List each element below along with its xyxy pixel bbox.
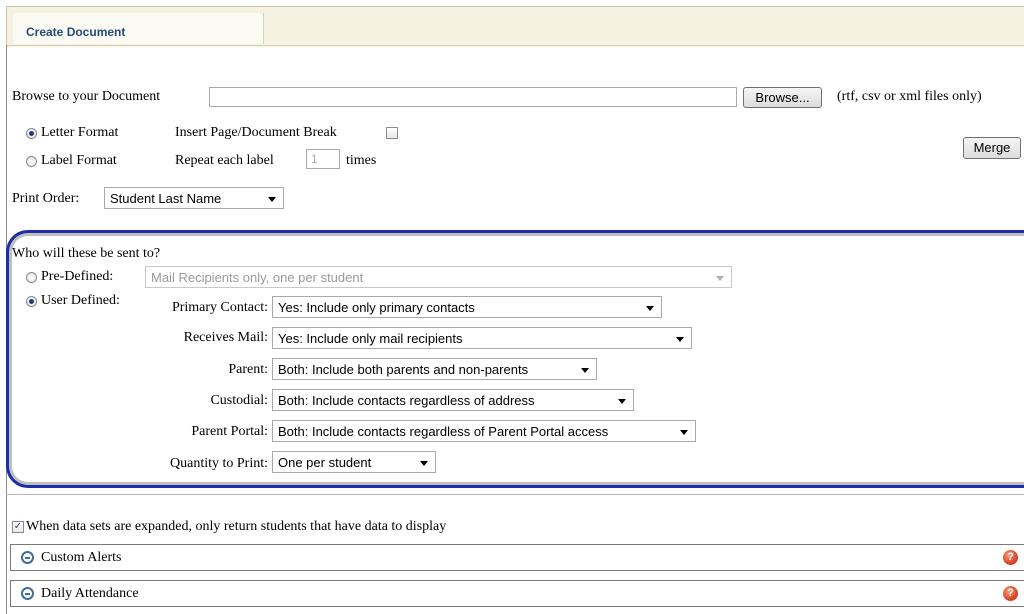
browse-label: Browse to your Document	[12, 89, 161, 104]
chevron-down-icon	[618, 399, 626, 404]
parent-portal-label: Parent Portal:	[191, 424, 268, 439]
chevron-down-icon	[676, 337, 684, 342]
document-file-input[interactable]	[209, 87, 737, 107]
quantity-value: One per student	[278, 455, 372, 470]
section-label: Daily Attendance	[41, 586, 139, 601]
file-type-note: (rtf, csv or xml files only)	[837, 89, 982, 104]
parent-portal-select[interactable]: Both: Include contacts regardless of Par…	[272, 420, 696, 442]
tab-bar: Create Document	[6, 6, 1024, 47]
page-break-label: Insert Page/Document Break	[175, 125, 337, 140]
custodial-select[interactable]: Both: Include contacts regardless of add…	[272, 389, 634, 411]
tab-create-document[interactable]: Create Document	[13, 13, 264, 44]
help-icon[interactable]: ?	[1003, 550, 1018, 565]
times-label: times	[346, 153, 377, 168]
predefined-label: Pre-Defined:	[41, 269, 114, 284]
predefined-radio[interactable]	[26, 272, 37, 283]
section-label: Custom Alerts	[41, 550, 122, 565]
label-format-label: Label Format	[41, 153, 117, 168]
print-order-value: Student Last Name	[110, 191, 222, 206]
repeat-label: Repeat each label	[175, 153, 274, 168]
parent-portal-value: Both: Include contacts regardless of Par…	[278, 424, 609, 439]
help-icon[interactable]: ?	[1003, 586, 1018, 601]
section-daily-attendance[interactable]: Daily Attendance ?	[10, 580, 1024, 607]
print-order-label: Print Order:	[12, 191, 80, 206]
recipients-question: Who will these be sent to?	[12, 246, 161, 261]
primary-contact-label: Primary Contact:	[171, 300, 268, 315]
tab-divider	[6, 45, 1024, 46]
parent-value: Both: Include both parents and non-paren…	[278, 362, 529, 377]
chevron-down-icon	[268, 197, 276, 202]
chevron-down-icon	[716, 276, 724, 281]
divider	[6, 494, 1024, 495]
receives-mail-label: Receives Mail:	[183, 330, 268, 345]
expand-option-checkbox[interactable]: ✓	[12, 521, 24, 533]
letter-format-radio[interactable]	[26, 128, 37, 139]
browse-button[interactable]: Browse...	[743, 87, 822, 108]
predefined-select[interactable]: Mail Recipients only, one per student	[145, 266, 732, 288]
print-order-select[interactable]: Student Last Name	[104, 187, 284, 209]
letter-format-label: Letter Format	[41, 125, 119, 140]
predefined-value: Mail Recipients only, one per student	[151, 270, 364, 285]
collapse-icon[interactable]	[21, 587, 34, 600]
primary-contact-select[interactable]: Yes: Include only primary contacts	[272, 296, 662, 318]
page-break-checkbox[interactable]	[386, 127, 398, 139]
receives-mail-value: Yes: Include only mail recipients	[278, 331, 463, 346]
parent-select[interactable]: Both: Include both parents and non-paren…	[272, 358, 597, 380]
parent-label: Parent:	[228, 362, 268, 377]
collapse-icon[interactable]	[21, 551, 34, 564]
quantity-select[interactable]: One per student	[272, 451, 436, 473]
chevron-down-icon	[420, 461, 428, 466]
tab-title: Create Document	[26, 25, 126, 39]
repeat-count-input[interactable]: 1	[306, 149, 340, 169]
quantity-label: Quantity to Print:	[170, 456, 268, 471]
userdefined-label: User Defined:	[41, 293, 120, 308]
label-format-radio[interactable]	[26, 156, 37, 167]
receives-mail-select[interactable]: Yes: Include only mail recipients	[272, 327, 692, 349]
custodial-label: Custodial:	[210, 393, 268, 408]
primary-contact-value: Yes: Include only primary contacts	[278, 300, 475, 315]
userdefined-radio[interactable]	[26, 296, 37, 307]
chevron-down-icon	[581, 368, 589, 373]
section-custom-alerts[interactable]: Custom Alerts ?	[10, 544, 1024, 571]
chevron-down-icon	[646, 306, 654, 311]
chevron-down-icon	[680, 430, 688, 435]
custodial-value: Both: Include contacts regardless of add…	[278, 393, 535, 408]
merge-button[interactable]: Merge	[963, 137, 1021, 159]
expand-option-label: When data sets are expanded, only return…	[26, 519, 447, 534]
